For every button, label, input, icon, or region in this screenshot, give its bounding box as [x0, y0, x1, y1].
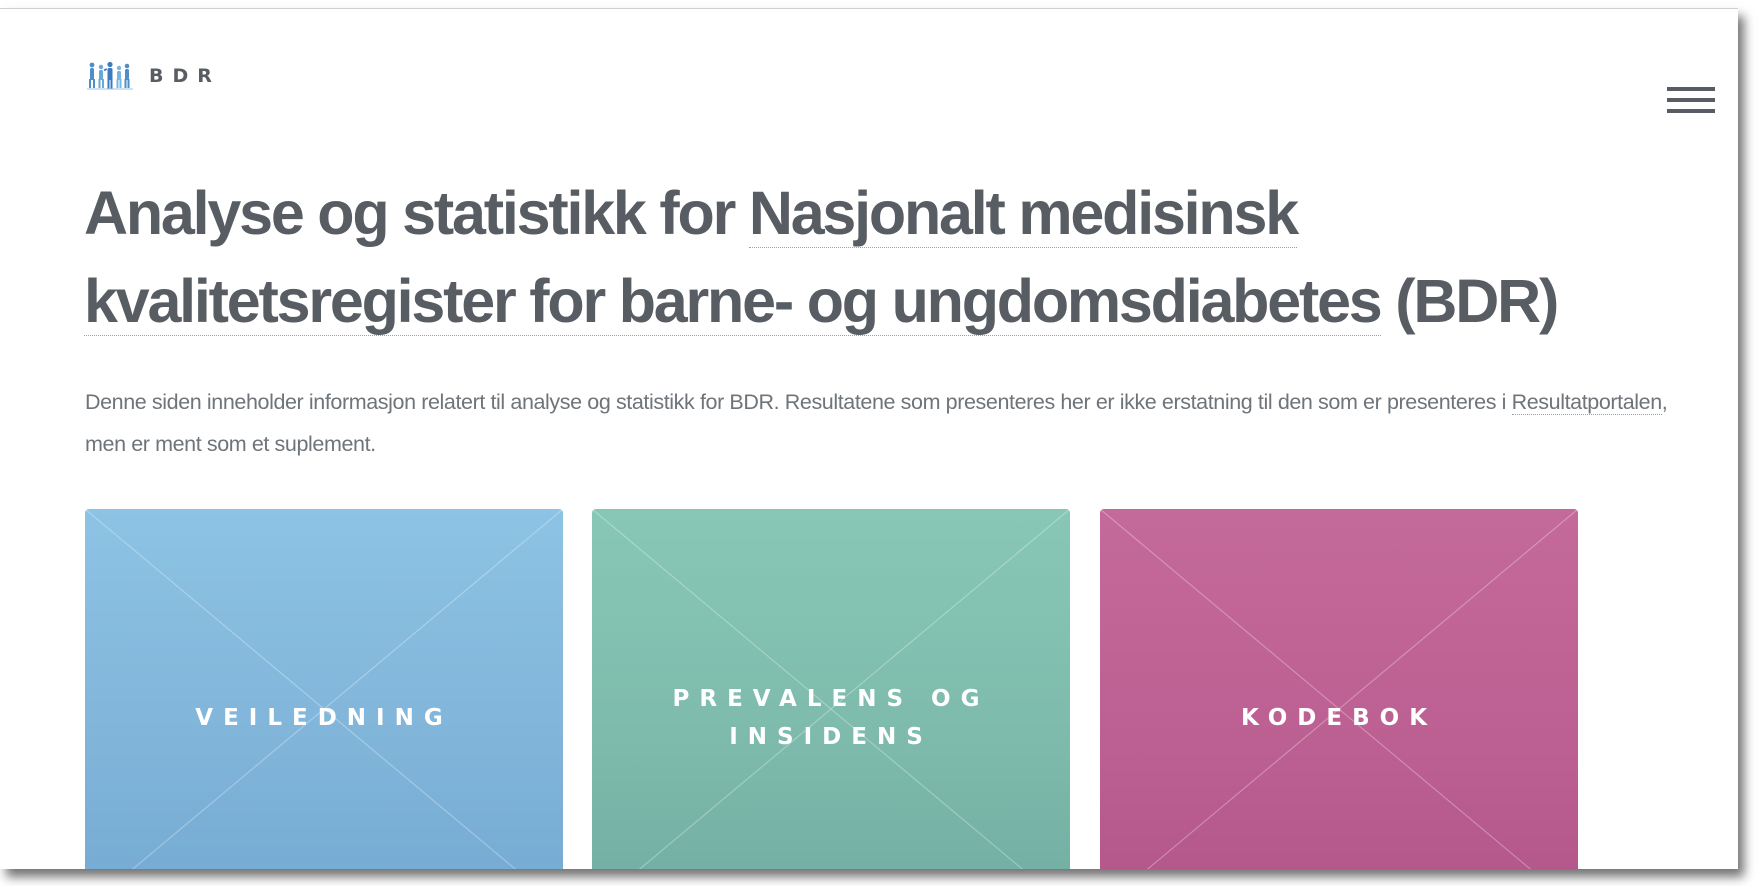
logo-text: BDR: [149, 65, 221, 87]
title-suffix: (BDR): [1380, 267, 1559, 335]
title-prefix: Analyse og statistikk for: [84, 179, 749, 247]
intro-paragraph: Denne siden inneholder informasjon relat…: [85, 381, 1675, 465]
page-title: Analyse og statistikk for Nasjonalt medi…: [84, 169, 1664, 345]
home-logo-link[interactable]: BDR: [87, 61, 221, 91]
hamburger-menu-icon[interactable]: [1667, 81, 1717, 115]
menu-bar-top: [1667, 87, 1715, 91]
tile-veiledning[interactable]: VEILEDNING: [85, 509, 563, 869]
page: BDR Analyse og statistikk for Nasjonalt …: [0, 9, 1738, 869]
tile-prevalens-og-insidens[interactable]: PREVALENS OG INSIDENS: [592, 509, 1070, 869]
tile-label: PREVALENS OG INSIDENS: [672, 686, 990, 750]
resultatportalen-link[interactable]: Resultatportalen: [1511, 390, 1662, 415]
browser-viewport: BDR Analyse og statistikk for Nasjonalt …: [0, 8, 1738, 869]
tile-label: KODEBOK: [1240, 705, 1438, 731]
intro-text: Denne siden inneholder informasjon relat…: [85, 390, 1512, 414]
menu-bar-middle: [1667, 98, 1715, 102]
children-figures-logo-icon: [87, 61, 133, 90]
tile-label: VEILEDNING: [195, 705, 453, 731]
tile-kodebok[interactable]: KODEBOK: [1100, 509, 1578, 869]
menu-bar-bottom: [1667, 109, 1715, 113]
